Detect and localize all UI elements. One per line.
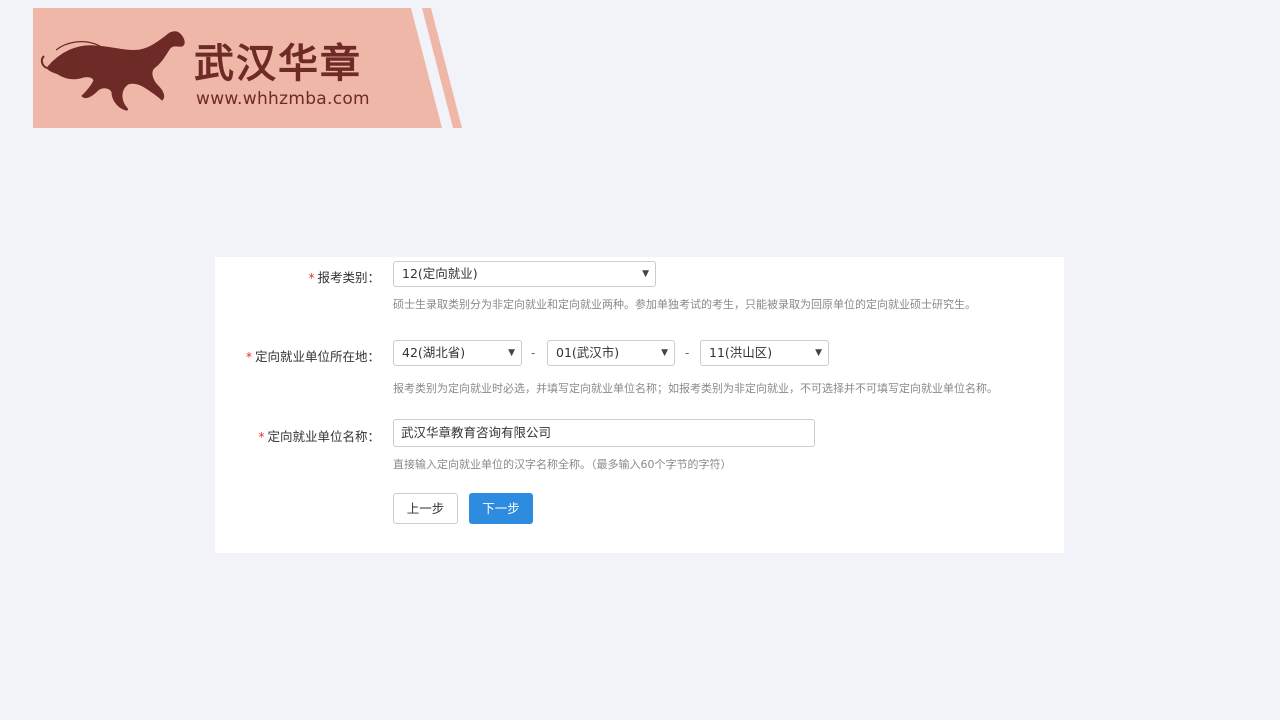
location-separator: - [685, 346, 690, 360]
prev-step-button[interactable]: 上一步 [393, 493, 458, 524]
employer-location-hint: 报考类别为定向就业时必选，并填写定向就业单位名称；如报考类别为非定向就业，不可选… [393, 382, 998, 395]
chevron-down-icon: ▼ [642, 269, 649, 279]
employer-name-label: * 定向就业单位名称： [258, 426, 380, 445]
chevron-down-icon: ▼ [508, 348, 515, 358]
required-mark: * [308, 271, 315, 285]
exam-category-select[interactable]: 12(定向就业) ▼ [393, 261, 656, 287]
employer-location-label: * 定向就业单位所在地： [246, 346, 380, 365]
chevron-down-icon: ▼ [815, 348, 822, 358]
next-step-button[interactable]: 下一步 [469, 493, 533, 524]
employer-location-label-text: 定向就业单位所在地： [254, 349, 380, 364]
employer-name-input[interactable]: 武汉华章教育咨询有限公司 [393, 419, 815, 447]
district-value: 11(洪山区) [709, 345, 773, 360]
required-mark: * [258, 430, 265, 444]
brand-url: www.whhzmba.com [196, 89, 370, 109]
employer-name-value: 武汉华章教育咨询有限公司 [401, 425, 552, 440]
city-value: 01(武汉市) [556, 345, 620, 360]
application-form: * 报考类别： 12(定向就业) ▼ 硕士生录取类别分为非定向就业和定向就业两种。… [215, 257, 1064, 553]
logo-banner: 武汉华章 www.whhzmba.com [0, 0, 480, 140]
brand-name: 武汉华章 [194, 41, 362, 87]
exam-category-label: * 报考类别： [308, 267, 380, 286]
province-value: 42(湖北省) [402, 345, 466, 360]
exam-category-value: 12(定向就业) [402, 266, 478, 281]
chevron-down-icon: ▼ [661, 348, 668, 358]
exam-category-label-text: 报考类别： [317, 270, 380, 285]
province-select[interactable]: 42(湖北省) ▼ [393, 340, 522, 366]
required-mark: * [245, 350, 252, 364]
employer-name-hint: 直接输入定向就业单位的汉字名称全称。（最多输入60个字节的字符） [393, 458, 732, 471]
employer-name-label-text: 定向就业单位名称： [267, 429, 380, 444]
district-select[interactable]: 11(洪山区) ▼ [700, 340, 829, 366]
exam-category-hint: 硕士生录取类别分为非定向就业和定向就业两种。参加单独考试的考生，只能被录取为回原… [393, 298, 976, 311]
location-separator: - [531, 346, 536, 360]
city-select[interactable]: 01(武汉市) ▼ [547, 340, 675, 366]
